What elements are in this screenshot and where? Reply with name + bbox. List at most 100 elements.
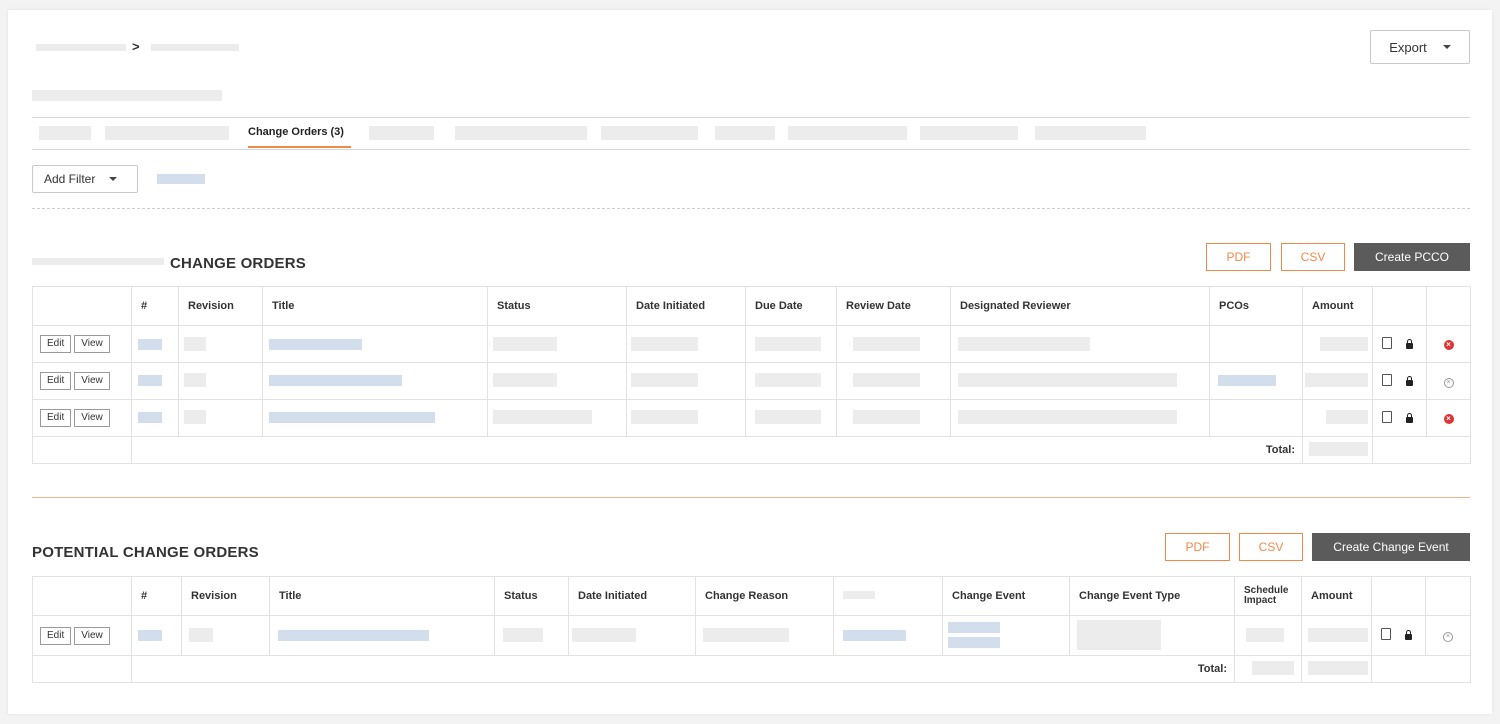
total-schedule-impact-value [1252,661,1294,675]
status-value [493,410,592,424]
column-header-date-initiated[interactable]: Date Initiated [568,576,696,616]
review-date-value [853,410,920,424]
number-link[interactable] [138,339,162,350]
page-title [32,90,222,101]
column-header-pcos[interactable]: PCOs [1209,286,1303,326]
change-orders-pdf-button[interactable]: PDF [1206,243,1271,271]
edit-button[interactable]: Edit [40,372,72,390]
column-header-revision[interactable]: Revision [181,576,270,616]
create-pcco-button[interactable]: Create PCCO [1354,243,1470,271]
view-button[interactable]: View [74,335,110,353]
column-header-title[interactable]: Title [262,286,488,326]
tab-4[interactable] [369,126,434,140]
view-button[interactable]: View [74,626,110,645]
delete-disabled-icon: × [1443,377,1454,388]
reviewer-value [958,410,1177,424]
create-change-event-button[interactable]: Create Change Event [1312,533,1470,561]
column-header-status[interactable]: Status [494,576,569,616]
pdf-icon[interactable] [1382,410,1392,423]
tab-7[interactable] [715,126,775,140]
add-filter-button[interactable]: Add Filter [32,165,138,193]
edit-button[interactable]: Edit [40,335,72,353]
lock-icon[interactable] [1406,412,1413,423]
clear-filters-link[interactable] [157,174,205,184]
tab-6[interactable] [601,126,698,140]
column-header-revision[interactable]: Revision [178,286,263,326]
column-header-change-reason[interactable]: Change Reason [695,576,834,616]
column-header-delete [1426,286,1471,326]
change-orders-csv-button[interactable]: CSV [1281,243,1345,271]
column-header-number[interactable]: # [131,576,182,616]
total-amount-value [1308,661,1368,675]
pdf-icon[interactable] [1382,373,1392,386]
title-link[interactable] [269,375,402,386]
lock-icon[interactable] [1405,630,1412,640]
title-link[interactable] [278,630,429,641]
edit-button[interactable]: Edit [40,626,72,645]
view-button[interactable]: View [74,409,110,427]
title-link[interactable] [269,412,435,423]
change-event-type-value [1077,620,1161,650]
column-header-icons [1372,286,1427,326]
potential-change-orders-csv-button[interactable]: CSV [1239,533,1303,561]
number-link[interactable] [138,630,162,641]
column-header-placeholder [843,591,875,599]
hidden-column-link[interactable] [843,630,906,641]
tab-2[interactable] [105,126,229,140]
column-header-status[interactable]: Status [487,286,627,326]
column-header-due-date[interactable]: Due Date [745,286,837,326]
delete-icon[interactable]: × [1443,340,1454,350]
tab-1[interactable] [39,126,91,140]
column-header-number[interactable]: # [131,286,179,326]
due-date-value [755,410,821,424]
due-date-value [755,373,821,387]
change-event-link[interactable] [948,637,1000,648]
tabs-bottom-divider [32,149,1470,150]
column-header-change-event-type[interactable]: Change Event Type [1069,576,1235,616]
tab-9[interactable] [920,126,1018,140]
export-button[interactable]: Export [1370,30,1470,64]
change-event-link[interactable] [948,622,1000,633]
breadcrumb-item-company[interactable] [36,44,126,51]
view-button[interactable]: View [74,372,110,390]
column-header-title[interactable]: Title [269,576,495,616]
number-link[interactable] [138,375,162,386]
pco-link[interactable] [1218,375,1276,386]
amount-value [1320,337,1368,351]
due-date-value [755,337,821,351]
tab-8[interactable] [788,126,907,140]
total-row: Total: [32,655,1471,683]
tab-10[interactable] [1035,126,1146,140]
potential-change-orders-pdf-button[interactable]: PDF [1165,533,1230,561]
table-row: Edit View × [32,362,1471,400]
table-row: Edit View × [32,615,1471,656]
amount-value [1308,628,1368,642]
export-label: Export [1389,39,1427,55]
breadcrumb-item-project[interactable] [151,44,239,51]
column-header-date-initiated[interactable]: Date Initiated [626,286,746,326]
pdf-icon[interactable] [1381,628,1391,640]
title-link[interactable] [269,339,362,350]
tab-5[interactable] [455,126,587,140]
column-header-schedule-impact[interactable]: Schedule Impact [1234,576,1302,616]
column-header-amount[interactable]: Amount [1302,286,1373,326]
tabs-top-divider [32,117,1470,118]
section-divider [32,497,1470,498]
lock-icon[interactable] [1406,375,1413,386]
pdf-icon[interactable] [1382,336,1392,349]
column-header-amount[interactable]: Amount [1301,576,1372,616]
delete-icon[interactable]: × [1443,414,1454,424]
column-header-change-event[interactable]: Change Event [942,576,1070,616]
number-link[interactable] [138,412,162,423]
date-initiated-value [631,337,698,351]
tab-change-orders[interactable]: Change Orders (3) [248,126,344,138]
column-header-hidden[interactable] [833,576,943,616]
column-header-designated-reviewer[interactable]: Designated Reviewer [950,286,1210,326]
lock-icon[interactable] [1406,338,1413,349]
total-row: Total: [32,436,1471,464]
edit-button[interactable]: Edit [40,409,72,427]
total-amount-value [1309,442,1368,456]
change-reason-value [703,628,789,642]
potential-change-orders-table: # Revision Title Status Date Initiated C… [32,576,1471,683]
column-header-review-date[interactable]: Review Date [836,286,951,326]
